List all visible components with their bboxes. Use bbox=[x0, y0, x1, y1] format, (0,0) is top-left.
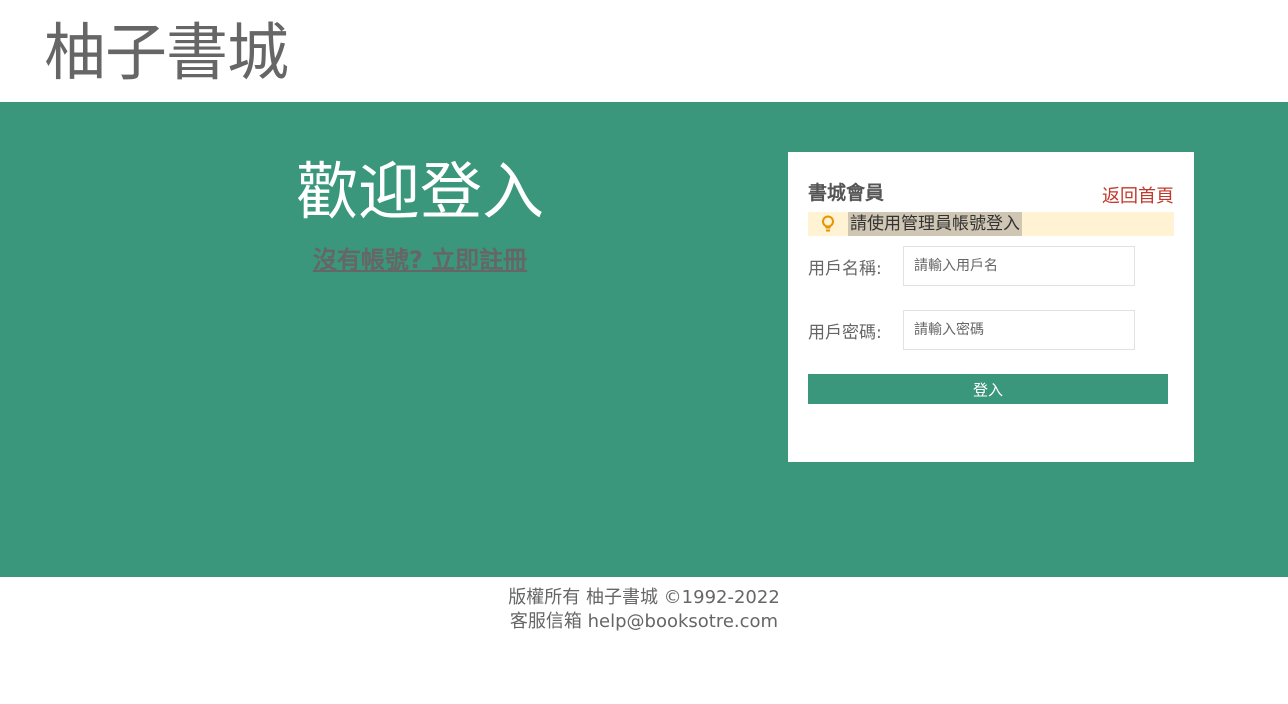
site-logo[interactable]: 柚子書城 bbox=[44, 14, 289, 92]
login-button[interactable]: 登入 bbox=[808, 374, 1168, 404]
site-header: 柚子書城 bbox=[0, 0, 1288, 102]
tip-bar: 請使用管理員帳號登入 bbox=[808, 212, 1174, 236]
username-row: 用戶名稱: bbox=[808, 246, 1178, 286]
tip-message: 請使用管理員帳號登入 bbox=[848, 212, 1022, 236]
contact-email-text: 客服信箱 help@booksotre.com bbox=[509, 611, 779, 632]
register-link[interactable]: 沒有帳號? 立即註冊 bbox=[313, 240, 527, 275]
password-input[interactable] bbox=[903, 310, 1135, 350]
welcome-section: 歡迎登入 沒有帳號? 立即註冊 bbox=[260, 150, 580, 275]
login-box-title: 書城會員 bbox=[808, 182, 885, 204]
back-to-home-link[interactable]: 返回首頁 bbox=[1102, 182, 1174, 208]
welcome-title: 歡迎登入 bbox=[295, 155, 544, 228]
copyright-text: 版權所有 柚子書城 ©1992-2022 bbox=[508, 587, 780, 608]
site-footer: 版權所有 柚子書城 ©1992-2022 客服信箱 help@booksotre… bbox=[0, 586, 1288, 634]
login-box: 書城會員 返回首頁 請使用管理員帳號登入 用戶名稱: 用戶密碼: 登入 bbox=[788, 152, 1194, 462]
username-label: 用戶名稱: bbox=[808, 258, 882, 279]
password-label: 用戶密碼: bbox=[808, 322, 882, 343]
username-input[interactable] bbox=[903, 246, 1135, 286]
password-row: 用戶密碼: bbox=[808, 310, 1178, 350]
lightbulb-icon bbox=[808, 212, 848, 236]
